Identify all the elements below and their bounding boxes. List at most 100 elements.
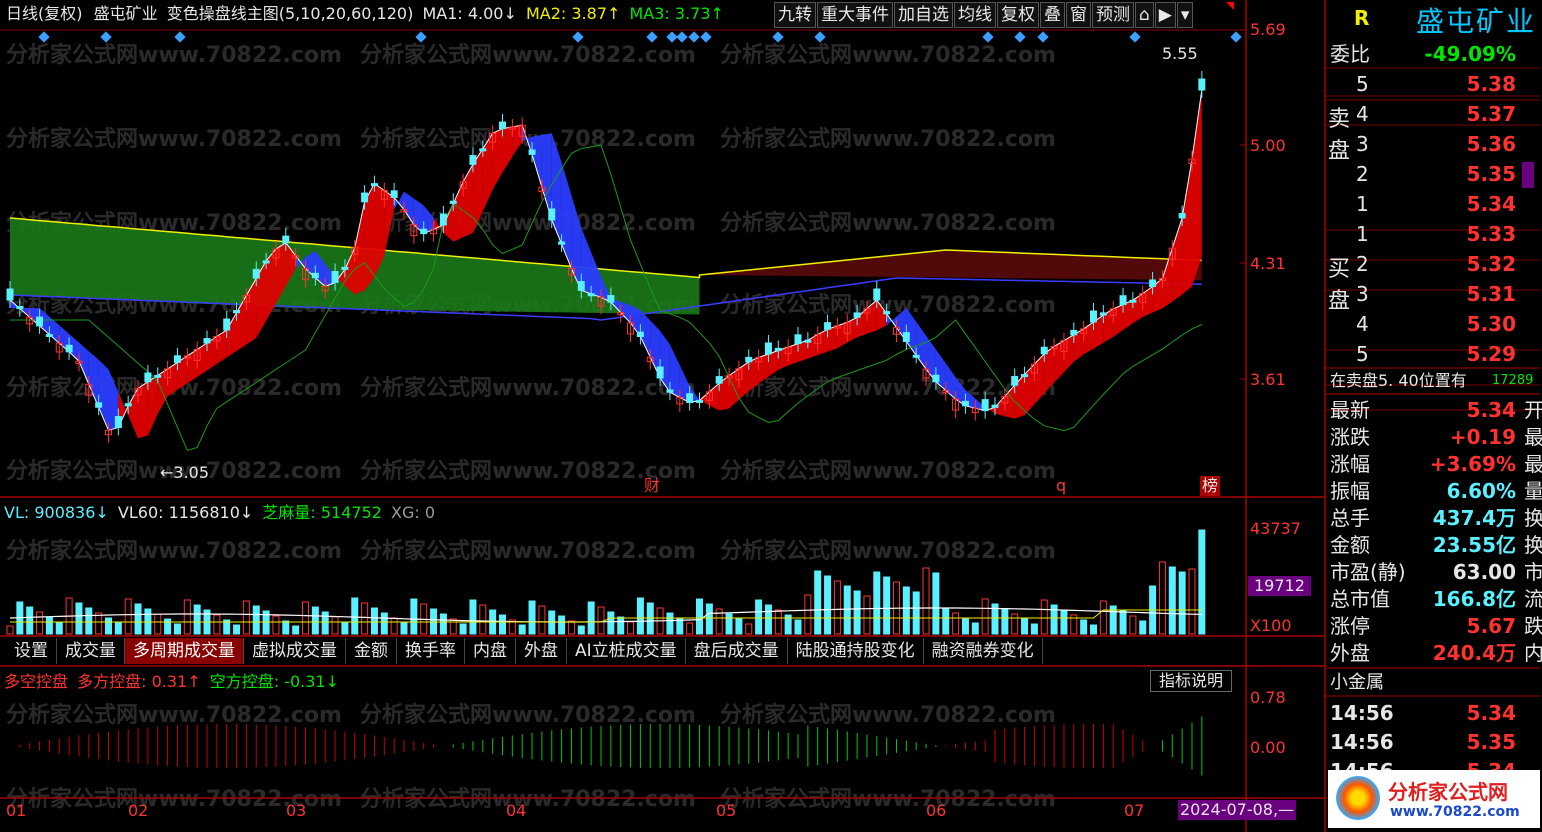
tab-outer[interactable]: 外盘 (516, 638, 567, 664)
tab-after-hours[interactable]: 盘后成交量 (686, 638, 788, 664)
candle-body (341, 266, 349, 271)
ma-ribbon-segment (1142, 286, 1153, 317)
candle-body (361, 192, 369, 203)
candle-body (370, 183, 378, 187)
volume-bar (252, 605, 260, 635)
buy-level-row[interactable]: 4 5.30 (1326, 310, 1536, 338)
volume-bar (380, 612, 388, 635)
volume-bar (735, 618, 743, 635)
toolbar-window-button[interactable]: 窗 (1066, 2, 1091, 28)
toolbar-watchlist-button[interactable]: 加自选 (894, 2, 953, 28)
sell-level-row[interactable]: 1 5.34 (1326, 190, 1536, 218)
ma-ribbon-segment (1083, 322, 1094, 355)
price-axis-label: 5.69 (1250, 20, 1286, 39)
stat-label: 最新 (1330, 398, 1370, 422)
indicator-help-button[interactable]: 指标说明 (1150, 670, 1233, 692)
stat-label: 涨跌 (1330, 425, 1370, 449)
volume-bar (666, 612, 674, 635)
signal-marker (1129, 31, 1141, 43)
tab-margin[interactable]: 融资融券变化 (924, 638, 1043, 664)
toolbar-ma-button[interactable]: 均线 (954, 2, 996, 28)
volume-bar (410, 598, 418, 635)
ma-ribbon-segment (807, 334, 818, 359)
tab-multi-period-volume[interactable]: 多周期成交量 (125, 638, 244, 664)
buy-level-row[interactable]: 1 5.33 (1326, 220, 1536, 248)
volume-bar (617, 616, 625, 635)
volume-bar (804, 594, 812, 635)
sell-level-row[interactable]: 2 5.35 (1326, 160, 1536, 188)
tab-virtual-volume[interactable]: 虚拟成交量 (244, 638, 346, 664)
rank-mark[interactable]: 榜 (1200, 476, 1221, 496)
tab-settings[interactable]: 设置 (6, 638, 57, 664)
zhima-value: 芝麻量: 514752 (262, 503, 382, 522)
tab-inner[interactable]: 内盘 (465, 638, 516, 664)
buy-level-row[interactable]: 3 5.31 (1326, 280, 1536, 308)
indicator-name[interactable]: 变色操盘线主图(5,10,20,60,120) (167, 4, 414, 23)
buy-level-row[interactable]: 2 5.32 (1326, 250, 1536, 278)
level-index: 2 (1356, 252, 1369, 276)
stat-value: +3.69% (1429, 452, 1516, 476)
candle-body (696, 399, 703, 403)
candle-body (932, 374, 940, 383)
volume-bar (173, 623, 181, 635)
volume-bar (45, 616, 53, 635)
toolbar-jiuzhuan-button[interactable]: 九转 (774, 2, 816, 28)
period-label[interactable]: 日线(复权) (6, 4, 83, 23)
ma-ribbon-segment (512, 125, 523, 157)
toolbar-adjust-button[interactable]: 复权 (997, 2, 1039, 28)
stat-label: 市盈(静) (1330, 560, 1406, 584)
volume-bar (154, 613, 162, 635)
toolbar-events-button[interactable]: 重大事件 (817, 2, 893, 28)
tab-volume[interactable]: 成交量 (57, 638, 125, 664)
watermark-text: 分析家公式网www.70822.com (720, 702, 1056, 728)
volume-bar (567, 620, 575, 635)
level-price: 5.38 (1466, 72, 1516, 96)
price-axis-label: 3.61 (1250, 370, 1286, 389)
ma-ribbon-segment (463, 164, 473, 238)
volume-bar (370, 607, 378, 635)
tab-ai-volume[interactable]: AI立桩成交量 (567, 638, 686, 664)
signal-marker (676, 31, 688, 43)
toolbar-forecast-button[interactable]: 预测 (1092, 2, 1134, 28)
candle-body (252, 268, 260, 279)
volume-bar (26, 606, 34, 635)
kline-chart[interactable]: 分析家公式网www.70822.com分析家公式网www.70822.com分析… (0, 0, 1542, 832)
volume-bar (1198, 529, 1206, 635)
volume-bar (1099, 600, 1107, 635)
flower-icon (1336, 776, 1380, 820)
corner-flag (1226, 2, 1234, 10)
sector-label[interactable]: 小金属 (1330, 670, 1384, 696)
volume-bar (843, 585, 851, 635)
candle-body (420, 228, 428, 235)
level-index: 2 (1356, 162, 1369, 186)
q-mark[interactable]: q (1056, 476, 1066, 496)
dropdown-icon[interactable]: ▾ (1176, 2, 1194, 28)
volume-bar (971, 622, 979, 635)
candle-body (558, 241, 566, 245)
tab-amount[interactable]: 金额 (346, 638, 397, 664)
volume-bar (36, 611, 44, 635)
candle-body (636, 331, 644, 338)
stat-value: 240.4万 (1432, 641, 1516, 665)
watermark-text: 分析家公式网www.70822.com (360, 538, 696, 564)
next-icon[interactable]: ▶ (1154, 2, 1176, 28)
buy-level-row[interactable]: 5 5.29 (1326, 340, 1536, 368)
stat-value: 23.55亿 (1432, 533, 1516, 557)
tick-row: 14:56 5.35 (1326, 728, 1536, 756)
bull-value: 多方控盘: 0.31↑ (77, 672, 201, 691)
tab-northbound[interactable]: 陆股通持股变化 (788, 638, 924, 664)
sell-level-row[interactable]: 4 5.37 (1326, 100, 1536, 128)
candle-body (794, 334, 802, 345)
volume-bar (311, 606, 319, 635)
toolbar-overlay-button[interactable]: 叠 (1040, 2, 1065, 28)
tab-turnover[interactable]: 换手率 (397, 638, 465, 664)
volume-bar (479, 604, 487, 635)
lock-icon[interactable]: ⌂ (1135, 2, 1154, 28)
sell-level-row[interactable]: 5 5.38 (1326, 70, 1536, 98)
sell-level-row[interactable]: 3 5.36 (1326, 130, 1536, 158)
volume-bar (1060, 609, 1068, 635)
candle-body (853, 312, 861, 318)
level-index: 1 (1356, 222, 1369, 246)
weibi-row: 委比 -49.09% (1326, 40, 1536, 68)
finance-mark[interactable]: 财 (644, 476, 660, 496)
